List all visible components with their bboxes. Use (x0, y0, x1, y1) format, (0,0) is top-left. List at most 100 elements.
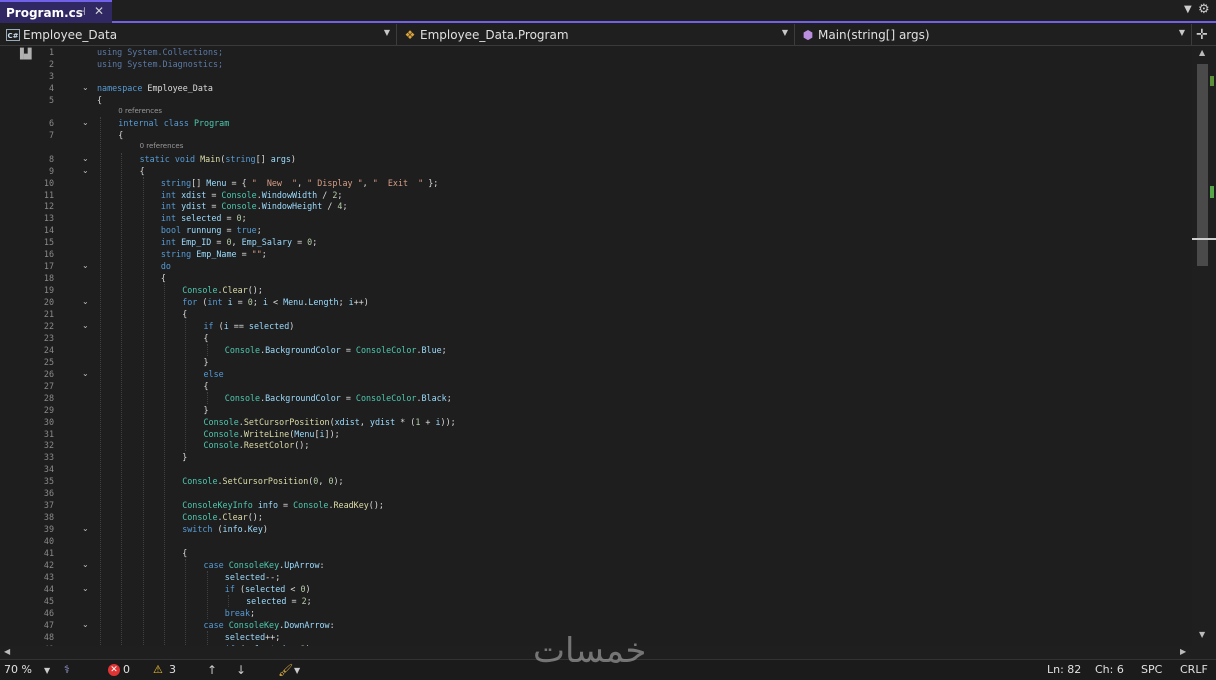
chevron-down-icon[interactable]: ▼ (44, 666, 50, 675)
warning-icon[interactable]: ⚠ (153, 663, 163, 676)
code-line[interactable]: 35 Console.SetCursorPosition(0, 0); (0, 475, 1192, 487)
code-line[interactable]: 34 (0, 463, 1192, 475)
class-dropdown[interactable]: ❖ Employee_Data.Program ▼ (397, 24, 795, 45)
project-dropdown[interactable]: C# Employee_Data ▼ (0, 24, 397, 45)
code-cleanup-icon[interactable]: 🖌 (278, 663, 293, 677)
scroll-thumb[interactable] (1197, 64, 1208, 266)
code-line[interactable]: 38 Console.Clear(); (0, 511, 1192, 523)
fold-toggle-icon[interactable]: ⌄ (82, 559, 89, 571)
code-line[interactable]: 26 ⌄ else (0, 368, 1192, 380)
code-line[interactable]: 12 int ydist = Console.WindowHeight / 4; (0, 200, 1192, 212)
code-line[interactable]: 30 Console.SetCursorPosition(xdist, ydist… (0, 416, 1192, 428)
code-line[interactable]: 33} (0, 451, 1192, 463)
code-line[interactable]: 4 ⌄ namespace Employee_Data (0, 82, 1192, 94)
line-number: 1 (48, 47, 54, 57)
code-token: selected (244, 583, 286, 594)
code-line[interactable]: 31 Console.WriteLine(Menu[i]); (0, 428, 1192, 440)
code-line[interactable]: 47 ⌄ case ConsoleKey.DownArrow: (0, 619, 1192, 631)
code-line[interactable]: 9 ⌄ { (0, 165, 1192, 177)
vertical-scrollbar[interactable]: ▲ ▼ (1192, 46, 1216, 646)
pin-icon[interactable]: ⊣ (76, 5, 86, 18)
code-line[interactable]: 16 string Emp_Name = ""; (0, 248, 1192, 260)
code-line[interactable]: 29} (0, 404, 1192, 416)
code-health-icon[interactable]: ⚕ (64, 663, 70, 676)
code-line[interactable]: 22 ⌄ if (i == selected) (0, 320, 1192, 332)
fold-toggle-icon[interactable]: ⌄ (82, 82, 89, 94)
codelens-references[interactable]: 0 references (118, 107, 162, 115)
scroll-down-icon[interactable]: ▼ (1199, 630, 1205, 639)
code-token: (); (368, 500, 384, 511)
code-line[interactable]: 46 break; (0, 607, 1192, 619)
chevron-down-icon[interactable]: ▼ (294, 666, 300, 675)
code-line[interactable]: 2 using System.Diagnostics; (0, 58, 1192, 70)
code-line[interactable]: 1 using System.Collections; (0, 46, 1192, 58)
tab-list-dropdown-icon[interactable]: ▼ (1184, 4, 1192, 15)
line-indicator[interactable]: Ln: 82 (1047, 663, 1081, 676)
code-line[interactable]: 45 selected = 2; (0, 595, 1192, 607)
scroll-up-icon[interactable]: ▲ (1199, 48, 1205, 57)
scroll-left-icon[interactable]: ◀ (4, 647, 10, 656)
code-line[interactable]: 18 { (0, 272, 1192, 284)
fold-toggle-icon[interactable]: ⌄ (82, 368, 89, 380)
code-token: Console (221, 189, 257, 200)
code-line[interactable]: 6 ⌄ internal class Program (0, 117, 1192, 129)
code-line[interactable]: 5{ (0, 94, 1192, 106)
fold-toggle-icon[interactable]: ⌄ (82, 523, 89, 535)
code-line[interactable]: 36 (0, 487, 1192, 499)
error-count[interactable]: 0 (123, 663, 130, 676)
scroll-right-icon[interactable]: ▶ (1180, 647, 1186, 656)
line-ending-indicator[interactable]: CRLF (1180, 663, 1208, 676)
code-line[interactable]: 24 Console.BackgroundColor = ConsoleColor… (0, 344, 1192, 356)
code-line[interactable]: 7{ (0, 129, 1192, 141)
code-line[interactable]: 37 ConsoleKeyInfo info = Console.ReadKey(… (0, 499, 1192, 511)
code-token: if (224, 583, 240, 594)
code-editor[interactable]: ▐▟ 1 using System.Collections; 2 using Syst… (0, 46, 1192, 646)
member-dropdown[interactable]: ⬢ Main(string[] args) ▼ (795, 24, 1192, 45)
code-line[interactable]: 13 int selected = 0; (0, 212, 1192, 224)
code-line[interactable]: 20 ⌄ for (int i = 0; i < Menu.Length; i++) (0, 296, 1192, 308)
code-line[interactable]: 42 ⌄ case ConsoleKey.UpArrow: (0, 559, 1192, 571)
code-line[interactable]: 25} (0, 356, 1192, 368)
fold-toggle-icon[interactable]: ⌄ (82, 153, 89, 165)
code-line[interactable]: 14 bool runnung = true; (0, 224, 1192, 236)
code-token: Program (193, 118, 230, 129)
code-line[interactable]: 32 Console.ResetColor(); (0, 439, 1192, 451)
whitespace-indicator[interactable]: SPC (1141, 663, 1162, 676)
close-icon[interactable]: ✕ (94, 4, 104, 18)
previous-issue-icon[interactable]: ↑ (207, 663, 217, 677)
code-line[interactable]: 27 { (0, 380, 1192, 392)
error-icon[interactable]: ✕ (108, 664, 120, 676)
fold-toggle-icon[interactable]: ⌄ (82, 583, 89, 595)
code-line[interactable]: 3 (0, 70, 1192, 82)
tab-program-cs[interactable]: Program.cs ⊣ ✕ (0, 0, 112, 23)
code-line[interactable]: 39 ⌄ switch (info.Key) (0, 523, 1192, 535)
gear-icon[interactable]: ⚙ (1198, 2, 1210, 17)
column-indicator[interactable]: Ch: 6 (1095, 663, 1124, 676)
code-line[interactable]: 40 (0, 535, 1192, 547)
fold-toggle-icon[interactable]: ⌄ (82, 320, 89, 332)
fold-toggle-icon[interactable]: ⌄ (82, 260, 89, 272)
code-line[interactable]: 41 { (0, 547, 1192, 559)
code-line[interactable]: 23 { (0, 332, 1192, 344)
code-line[interactable]: 11 int xdist = Console.WindowWidth / 2; (0, 189, 1192, 201)
fold-toggle-icon[interactable]: ⌄ (82, 619, 89, 631)
code-token: = (278, 500, 294, 511)
code-line[interactable]: 44 ⌄ if (selected < 0) (0, 583, 1192, 595)
next-issue-icon[interactable]: ↓ (236, 663, 246, 677)
codelens-references[interactable]: 0 references (140, 142, 184, 150)
code-line[interactable]: 15 int Emp_ID = 0, Emp_Salary = 0; (0, 236, 1192, 248)
zoom-level[interactable]: 70 % (4, 663, 32, 676)
fold-toggle-icon[interactable]: ⌄ (82, 296, 89, 308)
code-line[interactable]: 21 { (0, 308, 1192, 320)
code-line[interactable]: 8 ⌄ static void Main(string[] args) (0, 153, 1192, 165)
code-line[interactable]: 17 ⌄ do (0, 260, 1192, 272)
split-editor-icon[interactable]: ✛ (1196, 27, 1208, 43)
code-line[interactable]: 19 Console.Clear(); (0, 284, 1192, 296)
fold-toggle-icon[interactable]: ⌄ (82, 165, 89, 177)
code-line[interactable]: 43 selected--; (0, 571, 1192, 583)
code-text: selected--; (225, 571, 280, 583)
code-line[interactable]: 10 string[] Menu = { " New ", " Display "… (0, 177, 1192, 189)
fold-toggle-icon[interactable]: ⌄ (82, 117, 89, 129)
warning-count[interactable]: 3 (169, 663, 176, 676)
code-line[interactable]: 28 Console.BackgroundColor = ConsoleColor… (0, 392, 1192, 404)
